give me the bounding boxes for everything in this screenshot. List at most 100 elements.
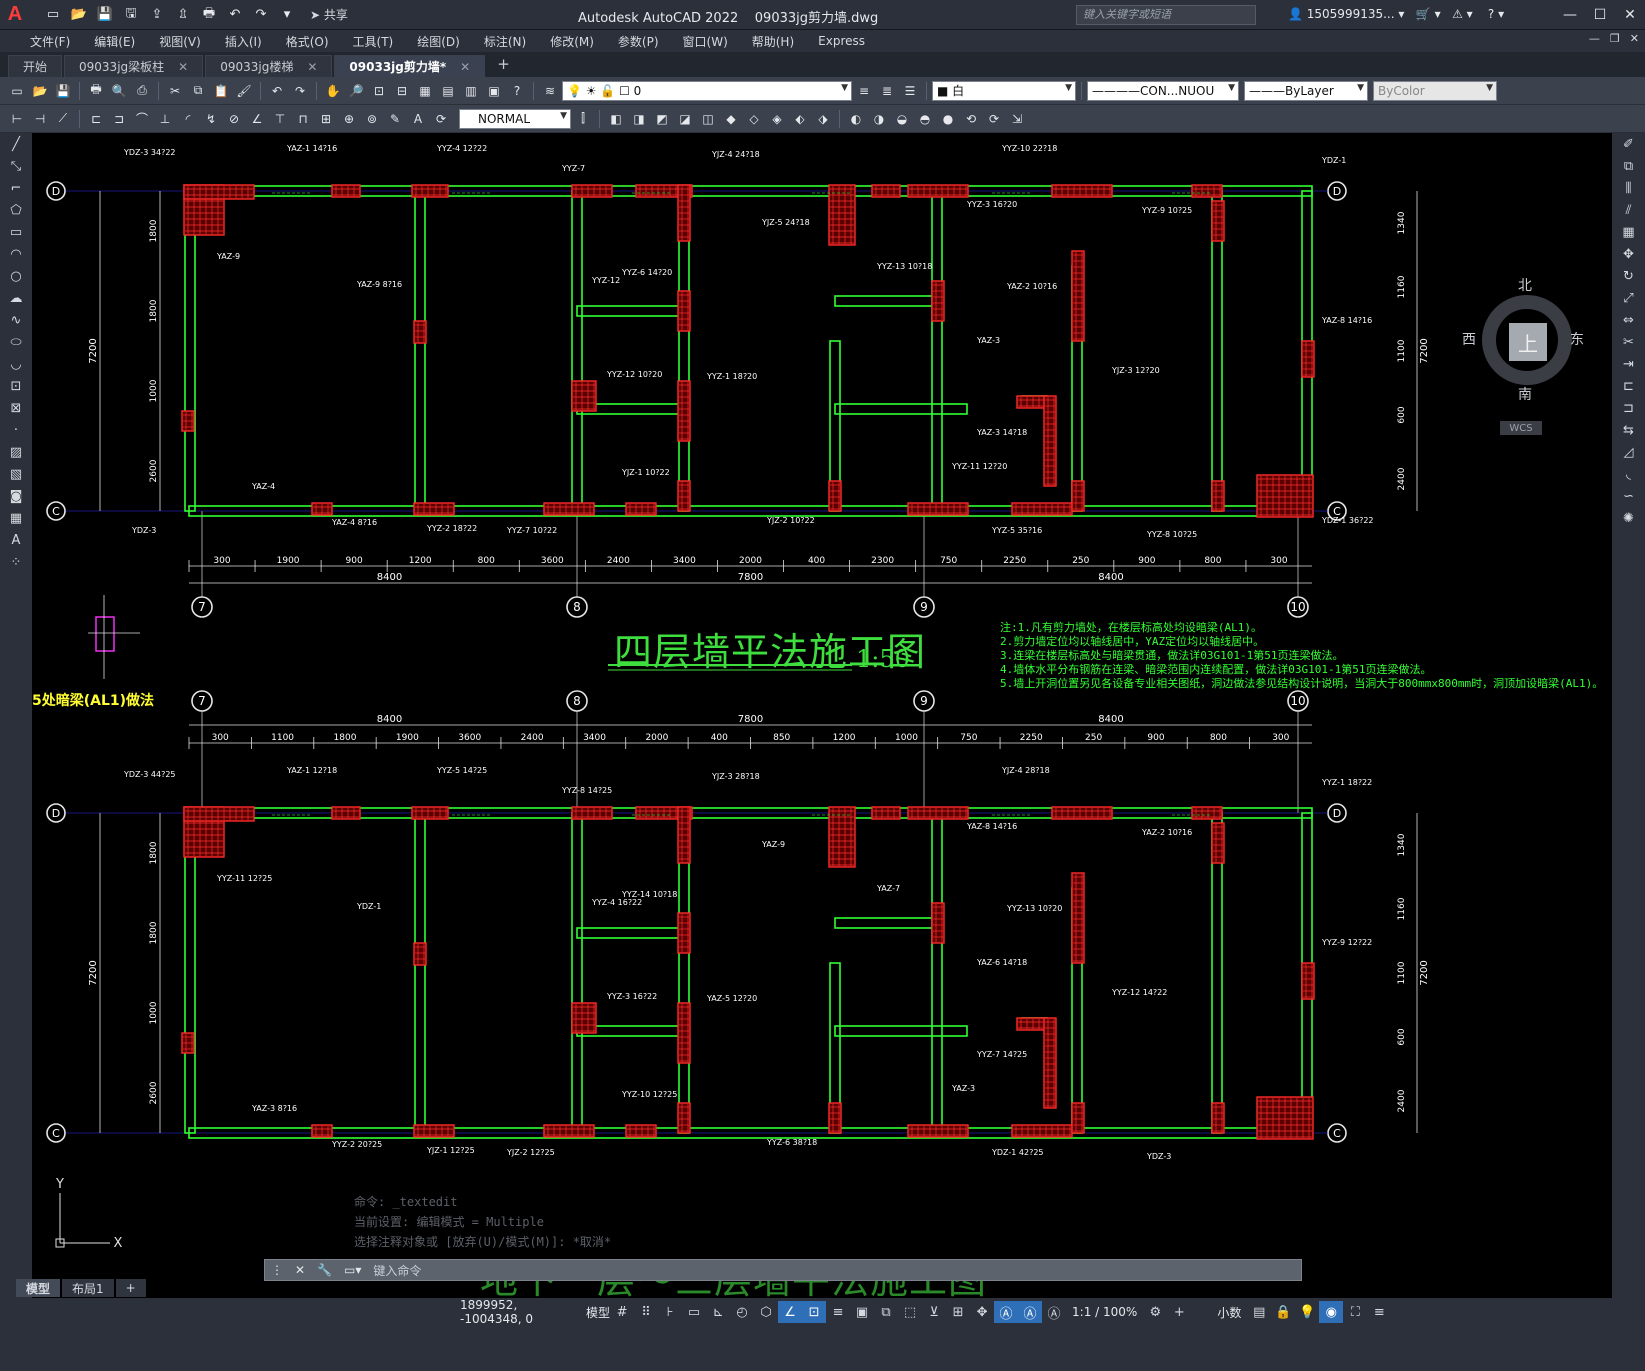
offset-icon[interactable]: ⫽ [1612, 199, 1645, 221]
redo-icon[interactable]: ↷ [250, 4, 272, 26]
dim-diameter-icon[interactable]: ⊘ [223, 108, 245, 130]
dim-radius-icon[interactable]: ◜ [177, 108, 199, 130]
view-icon[interactable]: ◧ [605, 108, 627, 130]
undo-icon[interactable]: ↶ [266, 80, 288, 102]
isolate-objects-icon[interactable]: 💡 [1295, 1301, 1319, 1323]
polyline-icon[interactable]: ⌐ [0, 177, 32, 199]
revcloud-icon[interactable]: ☁ [0, 287, 32, 309]
mtext-icon[interactable]: A [0, 529, 32, 551]
view-nw-icon[interactable]: ⬗ [812, 108, 834, 130]
dim-ordinate-icon[interactable]: ⊥ [154, 108, 176, 130]
open-icon[interactable]: 📂 [29, 80, 51, 102]
plot-preview-icon[interactable]: 🔍 [108, 80, 130, 102]
dim-edit-icon[interactable]: ✎ [384, 108, 406, 130]
tab-start[interactable]: 开始 [8, 55, 63, 77]
new-tab-button[interactable]: + [487, 55, 520, 77]
view-front-icon[interactable]: ◨ [628, 108, 650, 130]
layer-properties-icon[interactable]: ≋ [539, 80, 561, 102]
center-mark-icon[interactable]: ⊕ [338, 108, 360, 130]
clean-screen-icon[interactable]: ⛶ [1343, 1301, 1367, 1323]
tolerance-icon[interactable]: ⊞ [315, 108, 337, 130]
layer-previous-icon[interactable]: ≣ [876, 80, 898, 102]
compass-south[interactable]: 南 [1518, 384, 1532, 404]
snap-icon[interactable]: ⠿ [634, 1301, 658, 1323]
workspace-icon[interactable]: ⚙ [1143, 1301, 1167, 1323]
dim-arc-icon[interactable]: ⌒ [131, 108, 153, 130]
properties-icon[interactable]: ▦ [414, 80, 436, 102]
polar-icon[interactable]: ◴ [730, 1301, 754, 1323]
compass-west[interactable]: 西 [1462, 329, 1476, 349]
grid-icon[interactable]: # [610, 1301, 634, 1323]
doc-restore-icon[interactable]: ❐ [1610, 32, 1620, 45]
dim-aligned-icon[interactable]: ⊐ [108, 108, 130, 130]
plotstyle-dropdown[interactable]: ByColor ▼ [1373, 80, 1497, 101]
rotate-icon[interactable]: ↻ [1612, 265, 1645, 287]
aligned-dimension-icon[interactable]: ⟋ [52, 108, 74, 130]
add-selected-icon[interactable]: ⁘ [0, 551, 32, 573]
plot-icon[interactable]: 🖶 [85, 80, 107, 102]
lineweight-icon[interactable]: ≡ [826, 1301, 850, 1323]
spline-icon[interactable]: ∿ [0, 309, 32, 331]
dim-continue-icon[interactable]: ⊓ [292, 108, 314, 130]
menu-help[interactable]: 帮助(H) [740, 33, 806, 50]
view-back-icon[interactable]: ◩ [651, 108, 673, 130]
menu-modify[interactable]: 修改(M) [538, 33, 606, 50]
close-icon[interactable]: ✕ [460, 60, 470, 74]
open-icon[interactable]: 📂 [68, 4, 90, 26]
plot-icon[interactable]: 🖶 [198, 4, 220, 26]
viewcube-top-face[interactable]: 上 [1509, 323, 1547, 361]
zoom-previous-icon[interactable]: ⊟ [391, 80, 413, 102]
calculator-icon[interactable]: ▣ [483, 80, 505, 102]
menu-file[interactable]: 文件(F) [18, 33, 82, 50]
quick-properties-icon[interactable]: ▤ [1247, 1301, 1271, 1323]
ortho-icon[interactable]: ⊾ [706, 1301, 730, 1323]
ellipse-icon[interactable]: ⬭ [0, 331, 32, 353]
trim-icon[interactable]: ✂ [1612, 331, 1645, 353]
copy-icon[interactable]: ⧉ [187, 80, 209, 102]
save-as-icon[interactable]: 🖫 [120, 4, 142, 26]
erase-icon[interactable]: ✐ [1612, 133, 1645, 155]
model-space-button[interactable]: 模型 [586, 1304, 610, 1321]
arc-icon[interactable]: ◠ [0, 243, 32, 265]
command-input[interactable]: 键入命令 [373, 1262, 421, 1279]
object-snap-icon[interactable]: ⊡ [802, 1301, 827, 1323]
hatch-icon[interactable]: ▨ [0, 441, 32, 463]
3d-osnap-icon[interactable]: ⬚ [898, 1301, 922, 1323]
match-properties-icon[interactable]: 🖌 [233, 80, 255, 102]
lock-ui-icon[interactable]: 🔒 [1271, 1301, 1295, 1323]
search-input[interactable]: 键入关键字或短语 [1076, 5, 1256, 25]
chamfer-icon[interactable]: ◿ [1612, 441, 1645, 463]
break-at-point-icon[interactable]: ⊏ [1612, 375, 1645, 397]
doc-close-icon[interactable]: ✕ [1630, 32, 1639, 45]
dimstyle-dropdown[interactable]: NORMAL ▼ [459, 108, 571, 129]
add-layout-button[interactable]: + [115, 1279, 146, 1297]
polygon-icon[interactable]: ⬠ [0, 199, 32, 221]
ellipse-arc-icon[interactable]: ◡ [0, 353, 32, 375]
annotation-scale-value[interactable]: 1:1 / 100% [1066, 1305, 1143, 1319]
layer-states-icon[interactable]: ☰ [899, 80, 921, 102]
view-iso-icon[interactable]: ◆ [720, 108, 742, 130]
menu-view[interactable]: 视图(V) [147, 33, 213, 50]
linetype-dropdown[interactable]: ———— CON...NUOU ▼ [1087, 80, 1239, 101]
tab-stairs[interactable]: 09033jg楼梯 ✕ [205, 55, 333, 77]
tab-layout1[interactable]: 布局1 [62, 1279, 114, 1297]
gizmo-icon[interactable]: ✥ [970, 1301, 994, 1323]
annotation-monitor-icon[interactable]: + [1167, 1301, 1191, 1323]
free-orbit-icon[interactable]: ⟳ [983, 108, 1005, 130]
help-icon[interactable]: ? [506, 80, 528, 102]
shade-hidden-icon[interactable]: ◒ [891, 108, 913, 130]
menu-format[interactable]: 格式(O) [274, 33, 341, 50]
dim-jogged-icon[interactable]: ↯ [200, 108, 222, 130]
dynamic-ucs-icon[interactable]: ⊻ [922, 1301, 946, 1323]
construction-line-icon[interactable]: ⤡ [0, 155, 32, 177]
units-value[interactable]: 小数 [1211, 1304, 1247, 1321]
menu-edit[interactable]: 编辑(E) [82, 33, 147, 50]
gradient-icon[interactable]: ▧ [0, 463, 32, 485]
dim-text-edit-icon[interactable]: A [407, 108, 429, 130]
break-icon[interactable]: ⊐ [1612, 397, 1645, 419]
compass-north[interactable]: 北 [1518, 275, 1532, 295]
shade-3d-icon[interactable]: ◑ [868, 108, 890, 130]
compass-east[interactable]: 东 [1570, 329, 1584, 349]
table-icon[interactable]: ▦ [0, 507, 32, 529]
array-icon[interactable]: ▦ [1612, 221, 1645, 243]
